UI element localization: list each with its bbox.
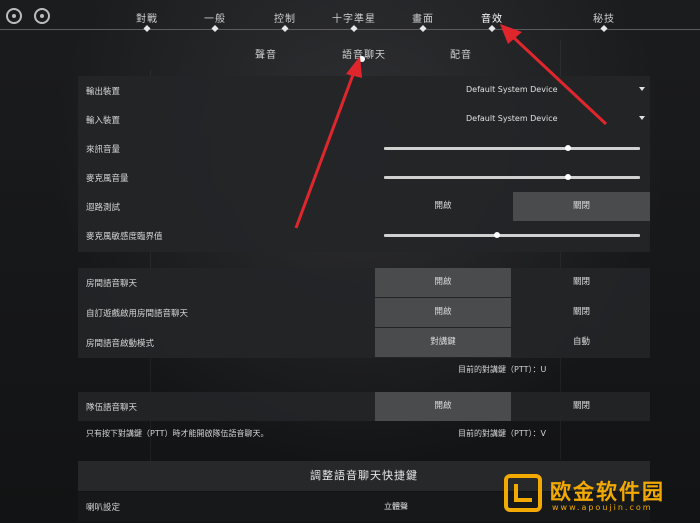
annotation-arrow-line xyxy=(510,34,608,126)
annotation-arrow-line xyxy=(294,71,356,229)
annotation-arrows xyxy=(294,24,608,229)
watermark: 欧金软件园 www.apoujin.com xyxy=(500,470,690,520)
watermark-subtitle: www.apoujin.com xyxy=(552,503,653,512)
watermark-logo-icon xyxy=(504,474,542,512)
watermark-title: 欧金软件园 xyxy=(550,480,665,504)
annotation-arrow-head xyxy=(346,56,362,78)
